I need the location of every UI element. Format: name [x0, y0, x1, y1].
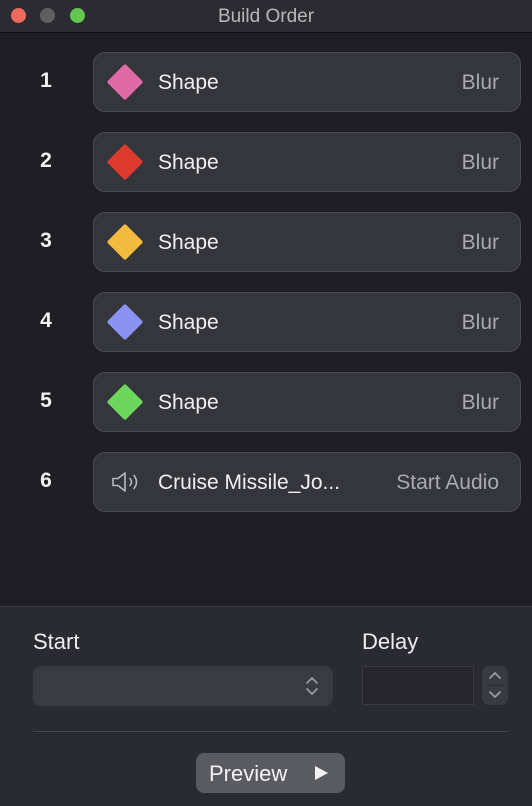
- diamond-shape-icon: [106, 303, 144, 341]
- preview-button[interactable]: Preview: [196, 753, 345, 793]
- build-item-label: Shape: [158, 151, 219, 174]
- build-item-label: Shape: [158, 391, 219, 414]
- chevron-up-icon: [489, 672, 501, 679]
- chevron-up-down-icon: [306, 677, 318, 695]
- divider: [33, 731, 508, 732]
- chevron-down-icon: [489, 691, 501, 698]
- build-row: 4 Shape Blur: [0, 292, 532, 372]
- build-row: 3 Shape Blur: [0, 212, 532, 292]
- build-item[interactable]: Shape Blur: [93, 132, 521, 192]
- build-item-label: Shape: [158, 311, 219, 334]
- start-label: Start: [33, 629, 80, 654]
- speaker-icon: [112, 472, 138, 492]
- build-number: 1: [40, 69, 52, 92]
- build-number: 5: [40, 389, 52, 412]
- build-number: 6: [40, 469, 52, 492]
- start-select[interactable]: [33, 666, 333, 706]
- build-item-action: Blur: [461, 71, 499, 94]
- window-title: Build Order: [217, 6, 315, 27]
- diamond-shape-icon: [106, 223, 144, 261]
- build-item[interactable]: Shape Blur: [93, 212, 521, 272]
- delay-input[interactable]: [362, 666, 474, 705]
- stepper-increment-button[interactable]: [482, 666, 508, 685]
- build-row: 1 Shape Blur: [0, 52, 532, 132]
- build-item[interactable]: Shape Blur: [93, 52, 521, 112]
- stepper-decrement-button[interactable]: [482, 686, 508, 705]
- diamond-shape-icon: [106, 63, 144, 101]
- build-item-action: Blur: [461, 391, 499, 414]
- build-order-list: 1 Shape Blur 2 Shape Blur 3 Shape Blur 4…: [0, 52, 532, 532]
- build-number: 3: [40, 229, 52, 252]
- build-item-action: Start Audio: [396, 471, 499, 494]
- build-item-action: Blur: [461, 151, 499, 174]
- build-item-action: Blur: [461, 231, 499, 254]
- build-item-label: Shape: [158, 71, 219, 94]
- build-item-action: Blur: [461, 311, 499, 334]
- play-icon: [315, 766, 328, 780]
- title-bar: Build Order: [0, 0, 532, 33]
- delay-label: Delay: [362, 629, 419, 654]
- build-number: 4: [40, 309, 52, 332]
- build-item-label: Shape: [158, 231, 219, 254]
- build-number: 2: [40, 149, 52, 172]
- build-row: 2 Shape Blur: [0, 132, 532, 212]
- diamond-shape-icon: [106, 143, 144, 181]
- diamond-shape-icon: [106, 383, 144, 421]
- build-item-label: Cruise Missile_Jo...: [158, 471, 341, 494]
- build-row: 6 Cruise Missile_Jo... Start Audio: [0, 452, 532, 532]
- delay-stepper[interactable]: [482, 666, 508, 705]
- build-item[interactable]: Cruise Missile_Jo... Start Audio: [93, 452, 521, 512]
- build-row: 5 Shape Blur: [0, 372, 532, 452]
- build-item[interactable]: Shape Blur: [93, 292, 521, 352]
- build-item[interactable]: Shape Blur: [93, 372, 521, 432]
- preview-button-label: Preview: [209, 761, 288, 786]
